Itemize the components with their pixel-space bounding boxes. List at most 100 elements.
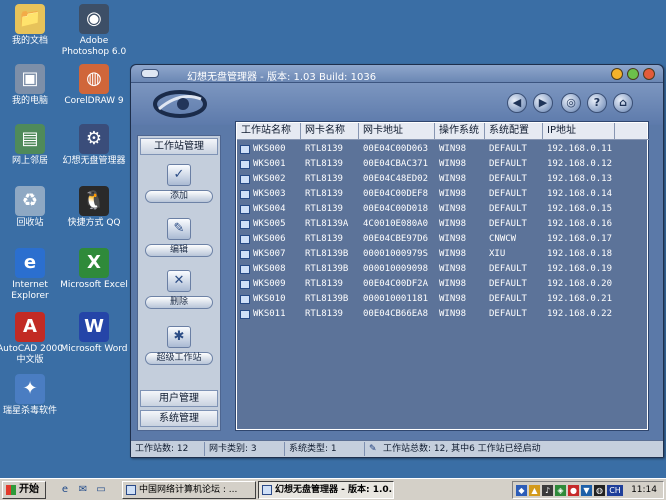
desktop-icon-my-computer[interactable]: ▣ 我的电脑 <box>0 64 66 107</box>
table-row[interactable]: WKS002 RTL8139 00E04C48ED02 WIN98 DEFAULT 192… <box>237 172 647 187</box>
desktop-icon-label: Microsoft Excel <box>60 280 128 290</box>
home-button[interactable]: ⌂ <box>613 93 633 113</box>
column-header-ip[interactable]: IP地址 <box>543 123 615 140</box>
desktop-icon-label: AutoCAD 2000 中文版 <box>0 344 64 365</box>
desktop-icon-label: 我的电脑 <box>11 96 48 106</box>
desktop-icon-my-documents[interactable]: 📁 我的文档 <box>0 4 66 47</box>
add-button[interactable]: 添加 <box>145 190 213 203</box>
workstation-icon <box>240 220 250 229</box>
settings-button[interactable]: ◎ <box>561 93 581 113</box>
desktop-icon-diskless-manager[interactable]: ⚙ 幻想无盘管理器 <box>58 124 130 167</box>
desktop-icon-label: 幻想无盘管理器 <box>62 156 126 166</box>
sidebar-tool-edit[interactable]: ✎ 编辑 <box>138 218 220 257</box>
back-button[interactable]: ◀ <box>507 93 527 113</box>
super-workstation-button[interactable]: 超级工作站 <box>145 352 213 365</box>
tray-d-icon[interactable]: ● <box>568 485 579 496</box>
table-row[interactable]: WKS009 RTL8139 00E04C00DF2A WIN98 DEFAULT 192… <box>237 277 647 292</box>
desktop-icon-internet-explorer[interactable]: e Internet Explorer <box>0 248 66 302</box>
title-bar[interactable]: 幻想无盘管理器 - 版本: 1.03 Build: 1036 <box>131 65 663 83</box>
column-header-nic-name[interactable]: 网卡名称 <box>301 123 359 140</box>
workstation-icon <box>240 205 250 214</box>
tray-a-icon[interactable]: ◆ <box>516 485 527 496</box>
table-row[interactable]: WKS004 RTL8139 00E04C00D018 WIN98 DEFAULT 192… <box>237 202 647 217</box>
table-row[interactable]: WKS003 RTL8139 00E04C00DEF8 WIN98 DEFAULT 192… <box>237 187 647 202</box>
volume-icon[interactable]: ♪ <box>542 485 553 496</box>
table-cell: WIN98 <box>439 219 467 229</box>
tab-system-management[interactable]: 系统管理 <box>140 410 218 427</box>
edit-button[interactable]: 编辑 <box>145 244 213 257</box>
tab-workstation-management[interactable]: 工作站管理 <box>140 138 218 155</box>
table-cell: 192.168.0.20 <box>547 279 613 289</box>
maximize-button[interactable] <box>627 68 639 80</box>
desktop-icon-label: Microsoft Word <box>60 344 128 354</box>
table-row[interactable]: WKS000 RTL8139 00E04C00D063 WIN98 DEFAULT 192… <box>237 142 647 157</box>
desktop-icon-rising-antivirus[interactable]: ✦ 瑞星杀毒软件 <box>0 374 66 417</box>
outlook-quicklaunch-icon[interactable]: ✉ <box>76 483 90 497</box>
rising-antivirus-icon: ✦ <box>15 374 45 404</box>
workstation-icon <box>240 145 250 154</box>
table-row[interactable]: WKS001 RTL8139 00E04CBAC371 WIN98 DEFAULT 192… <box>237 157 647 172</box>
tab-user-management[interactable]: 用户管理 <box>140 390 218 407</box>
table-cell: WIN98 <box>439 249 467 259</box>
table-cell: XIU <box>489 249 506 259</box>
help-button[interactable]: ? <box>587 93 607 113</box>
desktop-icon-excel[interactable]: X Microsoft Excel <box>58 248 130 291</box>
table-cell: WKS005 <box>253 219 286 229</box>
ie-quicklaunch-icon[interactable]: e <box>58 483 72 497</box>
delete-button[interactable]: 删除 <box>145 296 213 309</box>
table-cell: DEFAULT <box>489 189 527 199</box>
table-cell: WIN98 <box>439 279 467 289</box>
table-cell: 192.168.0.14 <box>547 189 613 199</box>
app-window: 幻想无盘管理器 - 版本: 1.03 Build: 1036 ◀ ▶ ◎ ? ⌂… <box>130 64 664 458</box>
table-cell: 192.168.0.16 <box>547 219 613 229</box>
desktop-icon-recycle-bin[interactable]: ♻ 回收站 <box>0 186 66 229</box>
column-header-nic-address[interactable]: 网卡地址 <box>359 123 435 140</box>
desktop-icon-autocad[interactable]: A AutoCAD 2000 中文版 <box>0 312 66 366</box>
sidebar-tool-super-workstation[interactable]: ✱ 超级工作站 <box>138 326 220 365</box>
desktop-icon-word[interactable]: W Microsoft Word <box>58 312 130 355</box>
autocad-icon: A <box>15 312 45 342</box>
table-row[interactable]: WKS007 RTL8139B 00001000979S WIN98 XIU 192.16… <box>237 247 647 262</box>
forward-button[interactable]: ▶ <box>533 93 553 113</box>
table-cell: 192.168.0.15 <box>547 204 613 214</box>
desktop-icon-label: 回收站 <box>16 218 44 228</box>
show-desktop-icon[interactable]: ▭ <box>94 483 108 497</box>
minimize-button[interactable] <box>611 68 623 80</box>
tray-e-icon[interactable]: ▼ <box>581 485 592 496</box>
input-method-icon[interactable]: CH <box>607 485 623 496</box>
desktop-icon-photoshop[interactable]: ◉ Adobe Photoshop 6.0 <box>58 4 130 58</box>
window-menu-button[interactable] <box>141 69 159 78</box>
table-row[interactable]: WKS005 RTL8139A 4C0010E080A0 WIN98 DEFAULT 19… <box>237 217 647 232</box>
desktop-icon-label: CorelDRAW 9 <box>64 96 124 106</box>
table-cell: RTL8139A <box>305 219 349 229</box>
internet-explorer-icon: e <box>15 248 45 278</box>
add-workstation-icon: ✓ <box>167 164 191 186</box>
desktop-icon-coreldraw[interactable]: ◍ CorelDRAW 9 <box>58 64 130 107</box>
table-row[interactable]: WKS011 RTL8139 00E04CB66EA8 WIN98 DEFAULT 192… <box>237 307 647 322</box>
qq-tray-icon[interactable]: ◍ <box>594 485 605 496</box>
taskbar-button-diskless-manager[interactable]: 幻想无盘管理器 - 版本: 1.0... <box>258 481 394 499</box>
super-workstation-icon: ✱ <box>167 326 191 348</box>
tray-b-icon[interactable]: ▲ <box>529 485 540 496</box>
table-row[interactable]: WKS008 RTL8139B 000010009098 WIN98 DEFAULT 19… <box>237 262 647 277</box>
table-cell: WKS004 <box>253 204 286 214</box>
tray-c-icon[interactable]: ◈ <box>555 485 566 496</box>
table-cell: WIN98 <box>439 204 467 214</box>
system-tray: ◆ ▲ ♪ ◈ ● ▼ ◍ CH 11:14 <box>512 481 664 499</box>
column-header-config[interactable]: 系统配置 <box>485 123 543 140</box>
workstation-icon <box>240 310 250 319</box>
table-row[interactable]: WKS006 RTL8139 00E04CBE97D6 WIN98 CNWCW 192.1… <box>237 232 647 247</box>
sidebar-tool-add[interactable]: ✓ 添加 <box>138 164 220 203</box>
table-cell: RTL8139 <box>305 189 343 199</box>
close-button[interactable] <box>643 68 655 80</box>
desktop-icon-network[interactable]: ▤ 网上邻居 <box>0 124 66 167</box>
window-title: 幻想无盘管理器 - 版本: 1.03 Build: 1036 <box>187 72 377 83</box>
column-header-name[interactable]: 工作站名称 <box>237 123 301 140</box>
sidebar-tool-delete[interactable]: ✕ 删除 <box>138 270 220 309</box>
word-icon: W <box>79 312 109 342</box>
column-header-os[interactable]: 操作系统 <box>435 123 485 140</box>
desktop-icon-qq[interactable]: 🐧 快捷方式 QQ <box>58 186 130 229</box>
table-row[interactable]: WKS010 RTL8139B 000010001181 WIN98 DEFAULT 19… <box>237 292 647 307</box>
taskbar-button-forum[interactable]: 中国网络计算机论坛 : ... <box>122 481 256 499</box>
start-button[interactable]: 开始 <box>2 481 46 499</box>
